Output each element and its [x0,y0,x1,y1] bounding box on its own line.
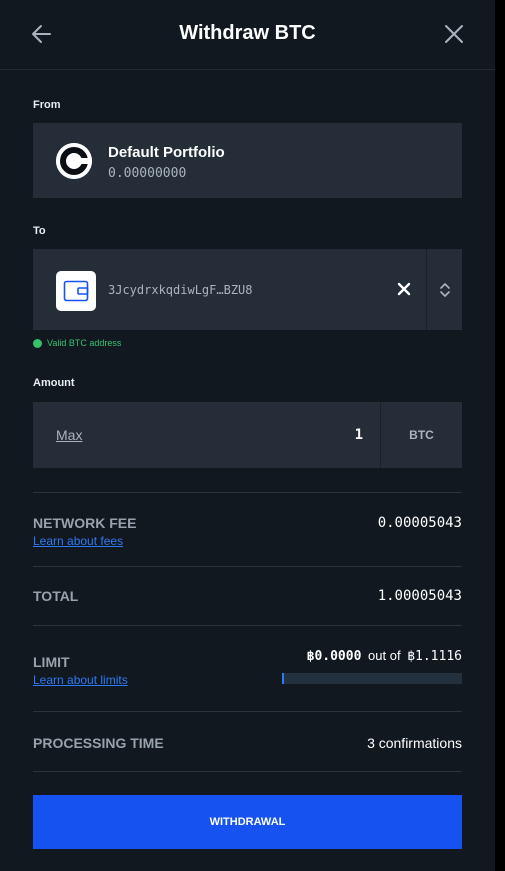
amount-field: Max BTC [33,402,462,468]
clear-icon [397,282,411,296]
limit-progress-fill [282,673,284,684]
learn-about-fees-link[interactable]: Learn about fees [33,534,123,548]
to-label: To [33,225,46,237]
network-fee-label: NETWORK FEE [33,515,137,531]
divider [33,711,462,712]
network-fee-value: 0.00005043 [377,515,462,531]
limit-max: ฿1.1116 [407,649,462,664]
amount-input[interactable] [153,418,363,452]
page-title: Withdraw BTC [179,22,316,44]
total-value: 1.00005043 [377,588,462,604]
close-button[interactable] [440,20,468,48]
processing-time-label: PROCESSING TIME [33,735,164,751]
close-icon [445,25,463,43]
processing-time-value: 3 confirmations [367,735,462,751]
divider [33,566,462,567]
currency-toggle[interactable]: BTC [381,402,462,468]
coinbase-logo-icon [56,143,92,179]
chevron-up-down-icon [439,282,450,297]
valid-indicator-icon [33,338,42,348]
limit-label: LIMIT [33,654,70,670]
to-address-field[interactable]: 3JcydrxkqdiwLgF…BZU8 [33,249,462,330]
limit-value: ฿0.0000 out of ฿1.1116 [307,648,462,664]
amount-label: Amount [33,377,75,389]
limit-progress-bar [282,673,462,684]
withdraw-button[interactable]: WITHDRAWAL [33,795,462,849]
wallet-icon [56,271,96,311]
withdraw-panel: Withdraw BTC From Default Portfolio 0.00… [0,0,495,871]
address-value: 3JcydrxkqdiwLgF…BZU8 [108,283,253,297]
clear-address-button[interactable] [396,281,412,297]
portfolio-balance: 0.00000000 [108,166,187,181]
from-selector[interactable]: Default Portfolio 0.00000000 [33,123,462,198]
learn-about-limits-link[interactable]: Learn about limits [33,673,128,687]
header: Withdraw BTC [0,0,495,70]
max-button[interactable]: Max [56,427,82,443]
limit-separator: out of [368,648,401,663]
address-validation: Valid BTC address [33,338,121,348]
address-picker-button[interactable] [427,249,462,330]
validation-text: Valid BTC address [47,338,122,348]
from-label: From [33,99,61,111]
divider [33,625,462,626]
divider [33,492,462,493]
total-label: TOTAL [33,588,79,604]
divider [33,771,462,772]
portfolio-name: Default Portfolio [108,144,225,161]
window-edge [495,0,505,871]
limit-used: ฿0.0000 [306,649,362,664]
